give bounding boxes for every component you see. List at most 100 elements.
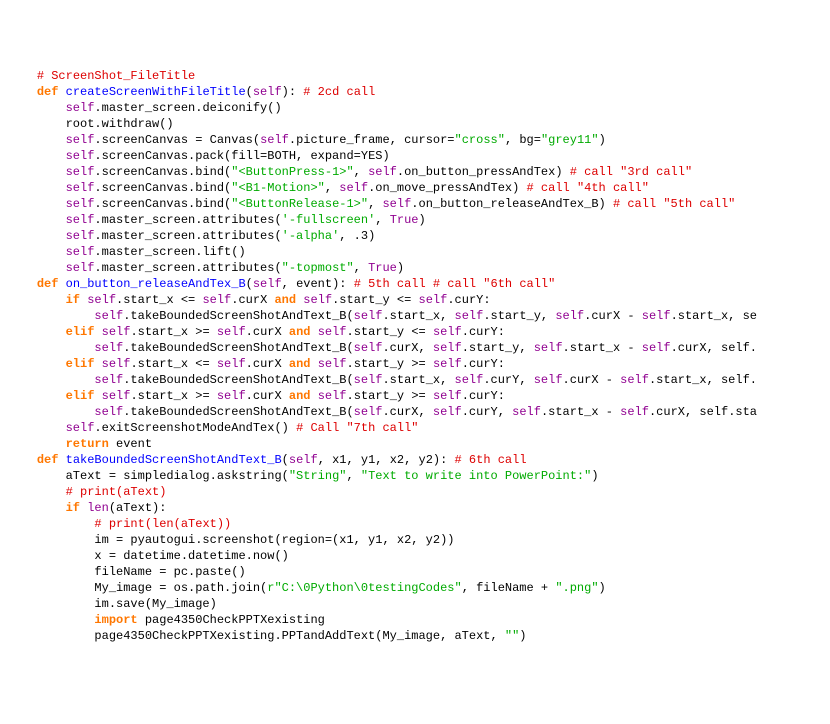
token-builtin: self [339,181,368,195]
token-builtin: self [289,453,318,467]
token: fileName = pc.paste() [8,565,246,579]
token-builtin: self [433,325,462,339]
token: .curY: [462,357,505,371]
token-builtin: self [354,405,383,419]
token: .on_move_pressAndTex) [368,181,526,195]
token-comm: # Call "7th call" [296,421,418,435]
token [8,245,66,259]
token-comm: # 6th call [455,453,527,467]
token-comm: # print(aText) [66,485,167,499]
token: .screenCanvas.bind( [94,181,231,195]
token [8,485,66,499]
token: .start_x, self. [649,373,757,387]
token [8,181,66,195]
token: , fileName + [462,581,556,595]
token: .curX [231,293,274,307]
token-builtin: self [66,245,95,259]
token-builtin: self [66,229,95,243]
token [8,261,66,275]
token: , x1, y1, x2, y2): [318,453,455,467]
token-builtin: self [66,165,95,179]
token-kw: and [274,293,303,307]
code-line: root.withdraw() [8,116,822,132]
token-builtin: self [66,133,95,147]
token: .takeBoundedScreenShotAndText_B( [123,309,353,323]
token: .curX, [382,341,432,355]
token-fname: takeBoundedScreenShotAndText_B [66,453,282,467]
token: .screenCanvas.pack(fill=BOTH, expand=YES… [94,149,389,163]
token-kw: and [289,357,318,371]
token-fname: on_button_releaseAndTex_B [66,277,246,291]
token-builtin: self [87,293,116,307]
code-line: if len(aText): [8,500,822,516]
token-builtin: self [433,389,462,403]
token-kw: if [66,293,88,307]
token: event [116,437,152,451]
code-line: My_image = os.path.join(r"C:\0Python\0te… [8,580,822,596]
token-comm: # ScreenShot_FileTitle [37,69,195,83]
token-kw: elif [66,357,102,371]
code-line: im = pyautogui.screenshot(region=(x1, y1… [8,532,822,548]
token-comm: # 5th call # call "6th call" [354,277,556,291]
token-str: "" [505,629,519,643]
code-line: self.takeBoundedScreenShotAndText_B(self… [8,404,822,420]
token: .master_screen.attributes( [94,229,281,243]
token: .start_y <= [332,293,418,307]
code-line: return event [8,436,822,452]
token: .master_screen.attributes( [94,261,281,275]
token [8,165,66,179]
token-str: '-alpha' [282,229,340,243]
token-builtin: self [253,277,282,291]
token: ) [419,213,426,227]
token: ) [599,133,606,147]
code-line: self.master_screen.attributes('-fullscre… [8,212,822,228]
token: .start_y, [462,341,534,355]
token: .start_y >= [347,357,433,371]
token-builtin: self [94,309,123,323]
token-builtin: len [87,501,109,515]
token-builtin: self [66,197,95,211]
token-builtin: self [253,85,282,99]
token: .curX, [382,405,432,419]
token: .start_x <= [116,293,202,307]
token: .on_button_releaseAndTex_B) [411,197,613,211]
token-builtin: self [354,373,383,387]
token-builtin: self [94,373,123,387]
token: .start_x, [382,373,454,387]
token: .master_screen.attributes( [94,213,281,227]
token-builtin: self [455,309,484,323]
token-builtin: self [354,309,383,323]
code-line: self.screenCanvas.pack(fill=BOTH, expand… [8,148,822,164]
token-builtin: self [534,341,563,355]
token [8,213,66,227]
token: .master_screen.deiconify() [94,101,281,115]
code-line: elif self.start_x >= self.curX and self.… [8,388,822,404]
code-line: self.screenCanvas.bind("<ButtonPress-1>"… [8,164,822,180]
token [8,325,66,339]
token: .curY, [483,373,533,387]
token-kw: def [37,453,66,467]
token-builtin: self [512,405,541,419]
token-builtin: self [260,133,289,147]
token-builtin: True [390,213,419,227]
token-kw: return [66,437,116,451]
token-builtin: self [217,325,246,339]
token-builtin: self [419,293,448,307]
token: .takeBoundedScreenShotAndText_B( [123,405,353,419]
token: .start_x <= [130,357,216,371]
token: ( [246,85,253,99]
token-builtin: self [354,341,383,355]
token: .start_x >= [130,389,216,403]
token: .screenCanvas.bind( [94,165,231,179]
token-builtin: self [66,213,95,227]
token [8,373,94,387]
code-line: import page4350CheckPPTXexisting [8,612,822,628]
token-builtin: self [66,181,95,195]
token: .exitScreenshotModeAndTex() [94,421,296,435]
token [8,501,66,515]
token-builtin: self [66,261,95,275]
token [8,389,66,403]
token-builtin: self [94,405,123,419]
token: , event): [282,277,354,291]
token: , [368,197,382,211]
